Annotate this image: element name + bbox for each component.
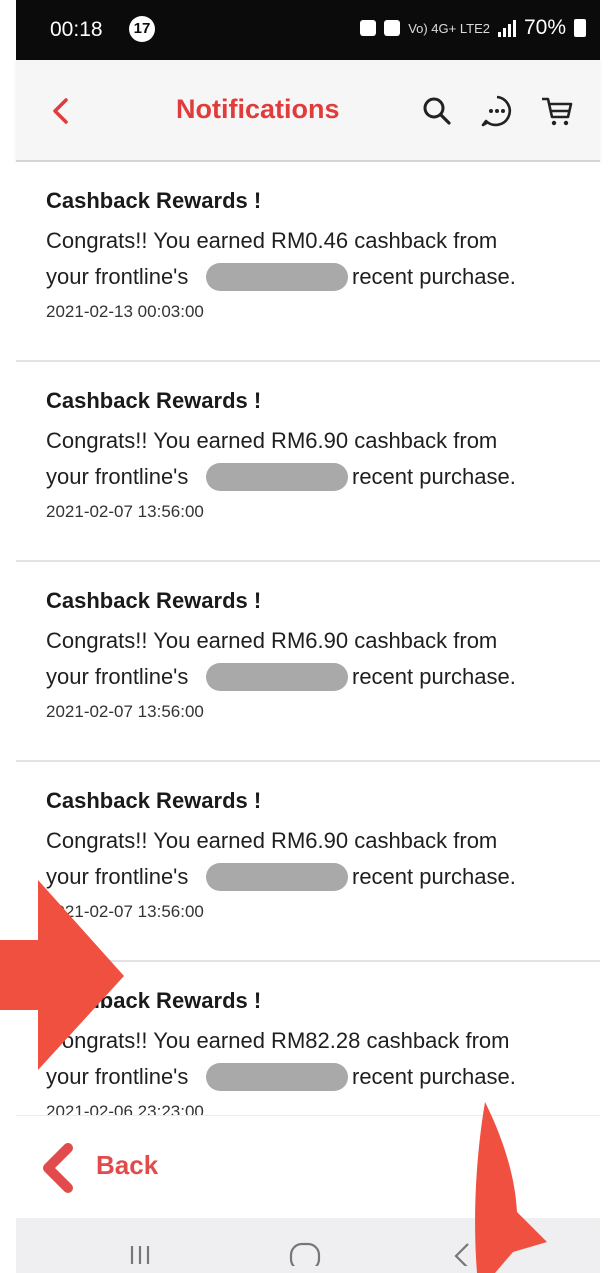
- lock-icon: [384, 20, 401, 36]
- notification-message: Congrats!! You earned RM6.90 cashback fr…: [46, 628, 498, 653]
- notification-item[interactable]: Cashback Rewards ! Congrats!! You earned…: [16, 362, 600, 562]
- alarm-icon: [360, 20, 377, 36]
- search-icon[interactable]: [420, 94, 454, 128]
- notification-message-end: recent purchase.: [352, 864, 516, 889]
- status-time: 00:18: [50, 18, 103, 41]
- notification-title: Cashback Rewards !: [46, 588, 262, 613]
- app-bar: Notifications: [16, 60, 600, 162]
- notification-date: 2021-02-13 00:03:00: [46, 302, 204, 321]
- notification-title: Cashback Rewards !: [46, 788, 262, 813]
- recents-icon[interactable]: [126, 1242, 154, 1266]
- notification-count-badge: 17: [129, 16, 155, 42]
- notification-message: Congrats!! You earned RM6.90 cashback fr…: [46, 428, 498, 453]
- notification-item[interactable]: Cashback Rewards ! Congrats!! You earned…: [16, 562, 600, 762]
- signal-icon: [497, 19, 516, 37]
- notification-message-end: recent purchase.: [352, 464, 516, 489]
- network-type: Vo) 4G+ LTE2: [408, 20, 490, 36]
- chat-bubble-icon[interactable]: [480, 94, 514, 128]
- notification-message-end: recent purchase.: [352, 1064, 516, 1089]
- redacted-name: [206, 1063, 348, 1091]
- home-icon[interactable]: [288, 1242, 322, 1266]
- notification-date: 2021-02-07 13:56:00: [46, 502, 204, 521]
- cart-icon[interactable]: [540, 94, 574, 128]
- notification-message-end: recent purchase.: [352, 264, 516, 289]
- notification-title: Cashback Rewards !: [46, 388, 262, 413]
- annotation-arrow-up: [475, 1102, 547, 1273]
- chevron-left-icon[interactable]: [46, 96, 76, 126]
- page-title: Notifications: [176, 94, 340, 124]
- redacted-name: [206, 863, 348, 891]
- notification-date: 2021-02-06 23:23:00: [46, 1102, 204, 1115]
- status-bar: 00:18 17 Vo) 4G+ LTE2 70%: [16, 0, 600, 60]
- notification-title: Cashback Rewards !: [46, 188, 262, 213]
- chevron-left-icon[interactable]: [38, 1142, 78, 1194]
- notification-message: Congrats!! You earned RM0.46 cashback fr…: [46, 228, 498, 253]
- notification-date: 2021-02-07 13:56:00: [46, 702, 204, 721]
- redacted-name: [206, 463, 348, 491]
- redacted-name: [206, 263, 348, 291]
- notification-message-end: recent purchase.: [352, 664, 516, 689]
- battery-icon: [574, 19, 586, 37]
- notification-message-start: your frontline's: [46, 264, 189, 289]
- annotation-arrow-right: [0, 880, 124, 1070]
- notification-message-start: your frontline's: [46, 464, 189, 489]
- back-button[interactable]: Back: [96, 1150, 158, 1181]
- battery-level: 70%: [523, 16, 566, 39]
- notification-message: Congrats!! You earned RM6.90 cashback fr…: [46, 828, 498, 853]
- redacted-name: [206, 663, 348, 691]
- notification-message-start: your frontline's: [46, 664, 189, 689]
- status-indicators: Vo) 4G+ LTE2 70%: [360, 16, 586, 40]
- notification-item[interactable]: Cashback Rewards ! Congrats!! You earned…: [16, 162, 600, 362]
